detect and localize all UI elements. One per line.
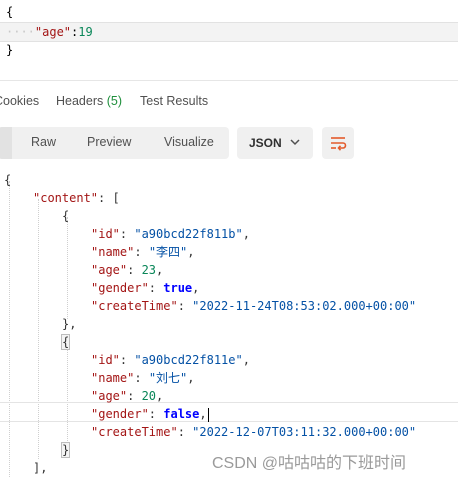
content-key: "content" (33, 191, 99, 205)
tab-headers-count: (5) (106, 94, 123, 108)
gender-key: "gender" (91, 407, 149, 421)
tab-headers[interactable]: Headers (5) (56, 94, 122, 108)
record-open-brace: { (60, 333, 71, 351)
age-value: 23 (141, 263, 157, 277)
request-age-value: 19 (78, 25, 93, 39)
request-close-brace: } (6, 43, 14, 57)
record-age-line: "age": 20, (91, 389, 164, 403)
record-age-line: "age": 23, (91, 263, 164, 277)
tab-cookies[interactable]: Cookies (0, 94, 39, 108)
gender-key: "gender" (91, 281, 149, 295)
name-key: "name" (91, 245, 135, 259)
record-name-line: "name": "刘七", (91, 371, 195, 385)
tab-test-results[interactable]: Test Results (140, 94, 208, 108)
response-toolbar: Raw Preview Visualize JSON (0, 127, 458, 161)
tab-headers-label: Headers (56, 94, 104, 108)
view-mode-visualize-button[interactable]: Visualize (164, 135, 214, 149)
id-value: "a90bcd22f811b" (134, 227, 243, 241)
text-caret (207, 407, 209, 422)
panel-divider (0, 80, 458, 81)
root-open-brace: { (4, 173, 12, 187)
request-age-line: ····"age":19 (6, 24, 93, 40)
wrap-lines-icon (331, 137, 347, 151)
createtime-value: "2022-11-24T08:53:02.000+00:00" (192, 299, 417, 313)
age-value: 20 (141, 389, 157, 403)
content-open-bracket: : [ (98, 191, 120, 205)
record-gender-line: "gender": true, (91, 281, 200, 295)
view-mode-preview-button[interactable]: Preview (87, 135, 131, 149)
record-close-brace: } (60, 441, 71, 459)
record-id-line: "id": "a90bcd22f811e", (91, 353, 250, 367)
format-select[interactable]: JSON (237, 127, 313, 159)
record-createtime-line: "createTime": "2022-12-07T03:11:32.000+0… (91, 425, 417, 439)
matched-brace: { (60, 334, 71, 350)
chevron-down-icon (290, 139, 300, 146)
matched-brace: } (60, 442, 71, 458)
id-key: "id" (91, 227, 120, 241)
record-name-line: "name": "李四", (91, 245, 195, 259)
indent-dots: ···· (6, 25, 35, 39)
name-value: "李四" (148, 245, 188, 259)
current-line-highlight (0, 402, 458, 422)
name-key: "name" (91, 371, 135, 385)
name-value: "刘七" (148, 371, 188, 385)
record-close-brace: }, (62, 317, 77, 331)
indent-guide (9, 181, 10, 477)
createtime-key: "createTime" (91, 299, 178, 313)
content-close-bracket: ], (33, 461, 48, 475)
format-select-label: JSON (249, 136, 282, 150)
response-body[interactable]: { "content": [ { "id": "a90bcd22f811b", … (0, 165, 458, 479)
content-line: "content": [ (33, 189, 120, 207)
record-id-line: "id": "a90bcd22f811b", (91, 227, 250, 241)
watermark: CSDN @咕咕咕的下班时间 (212, 455, 407, 472)
age-key: "age" (91, 263, 128, 277)
createtime-key: "createTime" (91, 425, 178, 439)
createtime-value: "2022-12-07T03:11:32.000+00:00" (192, 425, 417, 439)
request-open-brace: { (6, 5, 14, 19)
record-gender-line: "gender": false, (91, 407, 209, 422)
indent-guide (67, 217, 68, 319)
age-key: "age" (91, 389, 128, 403)
record-createtime-line: "createTime": "2022-11-24T08:53:02.000+0… (91, 299, 417, 313)
request-age-key: "age" (34, 25, 72, 39)
view-mode-raw-button[interactable]: Raw (31, 135, 56, 149)
id-key: "id" (91, 353, 120, 367)
view-mode-pretty-button[interactable] (0, 127, 12, 159)
gender-value: true (163, 281, 193, 295)
indent-guide (67, 343, 68, 445)
wrap-lines-button[interactable] (322, 127, 354, 159)
id-value: "a90bcd22f811e" (134, 353, 243, 367)
gender-value: false (163, 407, 200, 421)
request-body-editor[interactable]: { ····"age":19 } (0, 0, 458, 60)
view-mode-segmented-control: Raw Preview Visualize (0, 127, 229, 159)
record-open-brace: { (62, 209, 70, 223)
